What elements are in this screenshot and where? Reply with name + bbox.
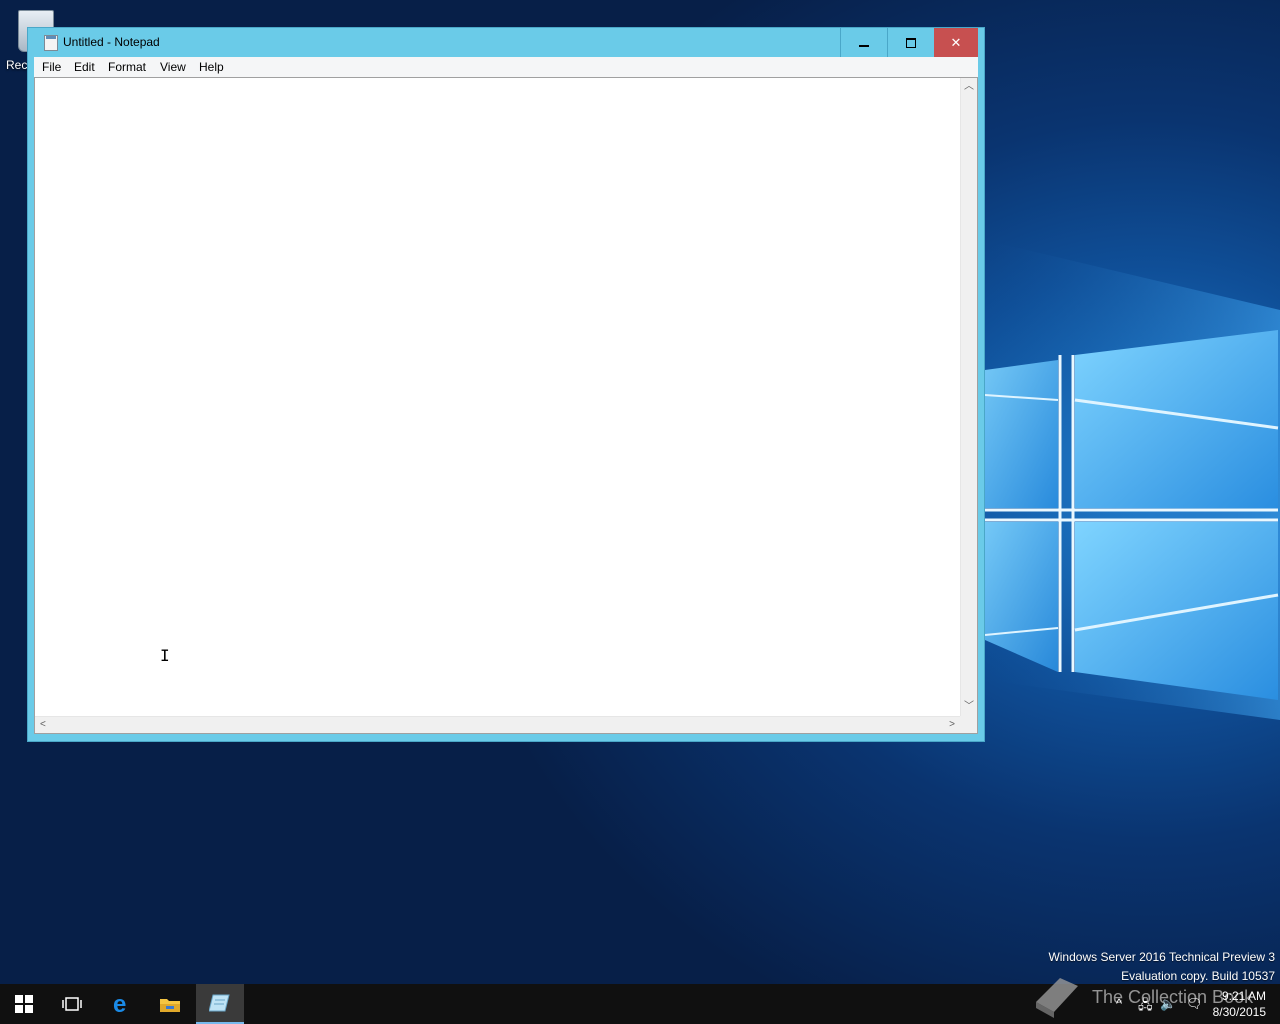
vertical-scrollbar[interactable]: ︿ ﹀ xyxy=(960,78,977,716)
close-icon: ✕ xyxy=(950,34,962,50)
taskbar: e The Collection Book ^ 🖧 🔈 🗨 9:21 AM 8/… xyxy=(0,978,1280,1024)
text-cursor-icon: I xyxy=(160,646,170,665)
volume-icon[interactable]: 🔈 xyxy=(1160,996,1176,1012)
recycle-bin-label: Rec xyxy=(6,58,28,72)
clock-time: 9:21 AM xyxy=(1221,989,1266,1003)
maximize-button[interactable] xyxy=(887,28,934,57)
menu-file[interactable]: File xyxy=(42,60,61,74)
scroll-down-icon[interactable]: ﹀ xyxy=(964,702,974,712)
task-view-icon xyxy=(62,997,82,1011)
notepad-icon[interactable] xyxy=(44,35,58,51)
notepad-window: Untitled - Notepad ✕ File Edit Format Vi… xyxy=(27,27,985,742)
menu-view[interactable]: View xyxy=(160,60,186,74)
svg-text:e: e xyxy=(113,993,126,1015)
scroll-up-icon[interactable]: ︿ xyxy=(964,82,974,92)
file-explorer-button[interactable] xyxy=(146,984,194,1024)
start-button[interactable] xyxy=(0,984,48,1024)
edge-button[interactable]: e xyxy=(98,984,146,1024)
clock-date: 8/30/2015 xyxy=(1212,1005,1266,1019)
window-title: Untitled - Notepad xyxy=(63,35,160,49)
notepad-taskbar-button[interactable] xyxy=(196,984,244,1024)
system-clock[interactable]: 9:21 AM 8/30/2015 xyxy=(1213,988,1266,1020)
menu-edit[interactable]: Edit xyxy=(74,60,95,74)
notepad-icon xyxy=(209,994,230,1012)
scroll-right-icon[interactable]: > xyxy=(949,720,955,730)
minimize-button[interactable] xyxy=(840,28,887,57)
scroll-left-icon[interactable]: < xyxy=(40,720,46,730)
horizontal-scrollbar[interactable]: < > xyxy=(35,716,960,733)
minimize-icon xyxy=(859,44,869,47)
book-watermark-icon xyxy=(1036,978,1078,1018)
title-bar[interactable]: Untitled - Notepad ✕ xyxy=(28,28,984,57)
text-editor[interactable]: I ︿ ﹀ < > xyxy=(34,77,978,734)
menu-format[interactable]: Format xyxy=(108,60,146,74)
edge-icon: e xyxy=(113,993,126,1015)
show-hidden-icons-icon[interactable]: ^ xyxy=(1116,996,1122,1011)
close-button[interactable]: ✕ xyxy=(934,28,978,57)
network-icon[interactable]: 🖧 xyxy=(1138,996,1153,1018)
maximize-icon xyxy=(906,37,916,48)
file-explorer-icon xyxy=(160,999,180,1012)
os-watermark-line1: Windows Server 2016 Technical Preview 3 xyxy=(1048,950,1275,964)
task-view-button[interactable] xyxy=(48,984,96,1024)
size-grip[interactable] xyxy=(960,716,977,733)
start-icon xyxy=(15,995,33,1013)
menu-help[interactable]: Help xyxy=(199,60,224,74)
os-watermark-line2: Evaluation copy. Build 10537 xyxy=(1121,969,1275,983)
action-center-icon[interactable]: 🗨 xyxy=(1186,996,1203,1012)
menu-bar: File Edit Format View Help xyxy=(34,57,978,77)
